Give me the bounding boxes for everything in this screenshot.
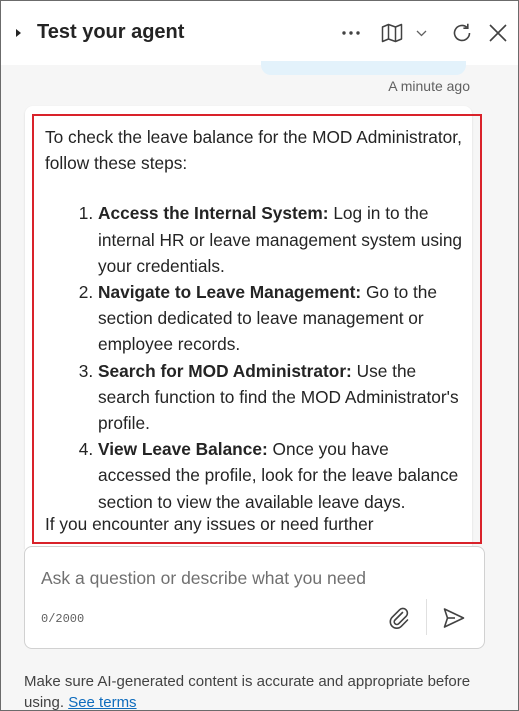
expand-caret-icon[interactable] (16, 29, 21, 37)
step-title: Navigate to Leave Management: (98, 282, 362, 303)
step-title: View Leave Balance: (98, 439, 268, 460)
attach-icon[interactable] (387, 605, 413, 631)
chat-input-box[interactable]: Ask a question or describe what you need… (24, 546, 485, 649)
list-item: Navigate to Leave Management: Go to the … (98, 279, 465, 358)
step-title: Access the Internal System: (98, 203, 329, 224)
user-message-bubble (261, 61, 466, 75)
bot-followup-text: If you encounter any issues or need furt… (45, 514, 374, 534)
send-icon[interactable] (441, 605, 467, 631)
bot-message-text: To check the leave balance for the MOD A… (45, 124, 465, 515)
char-counter: 0/2000 (41, 612, 85, 626)
chat-input[interactable]: Ask a question or describe what you need (41, 568, 366, 589)
bot-message-card: To check the leave balance for the MOD A… (25, 106, 472, 549)
bot-intro: To check the leave balance for the MOD A… (45, 127, 462, 174)
see-terms-link[interactable]: See terms (68, 694, 136, 711)
chat-transcript[interactable]: A minute ago To check the leave balance … (1, 39, 518, 549)
list-item: Access the Internal System: Log in to th… (98, 200, 465, 279)
list-item: View Leave Balance: Once you have access… (98, 436, 465, 515)
agent-test-panel: Test your agent A minute ago To check th… (0, 0, 519, 711)
disclaimer: Make sure AI-generated content is accura… (24, 671, 504, 711)
input-divider (426, 599, 427, 635)
list-item: Search for MOD Administrator: Use the se… (98, 358, 465, 437)
step-title: Search for MOD Administrator: (98, 360, 352, 381)
message-timestamp: A minute ago (388, 78, 470, 94)
steps-list: Access the Internal System: Log in to th… (78, 200, 465, 514)
